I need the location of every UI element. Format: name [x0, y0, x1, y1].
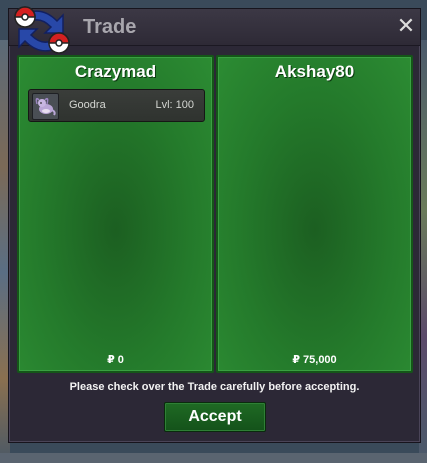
trade-panel-self: Crazymad Goodra Lvl: 100 ₽ 0 [17, 55, 214, 373]
window-title: Trade [83, 16, 137, 38]
background-scene-bottom [0, 453, 427, 463]
money-offer: ₽ 0 [107, 354, 124, 366]
trade-logo-icon [14, 6, 70, 54]
money-offer: ₽ 75,000 [292, 354, 337, 366]
item-name: Goodra [69, 99, 106, 111]
close-button[interactable]: ✕ [396, 15, 416, 37]
goodra-sprite-icon [32, 93, 59, 120]
player-name: Crazymad [74, 62, 157, 81]
trade-panel-partner: Akshay80 ₽ 75,000 [216, 55, 413, 373]
player-name: Akshay80 [274, 62, 355, 81]
item-level: Lvl: 100 [155, 99, 194, 111]
trade-window: Trade ✕ Crazymad Goodra Lvl: 100 ₽ 0 Aks… [8, 6, 421, 443]
trade-item-row[interactable]: Goodra Lvl: 100 [28, 89, 205, 122]
accept-button[interactable]: Accept [164, 402, 266, 432]
trade-notice: Please check over the Trade carefully be… [69, 381, 360, 393]
